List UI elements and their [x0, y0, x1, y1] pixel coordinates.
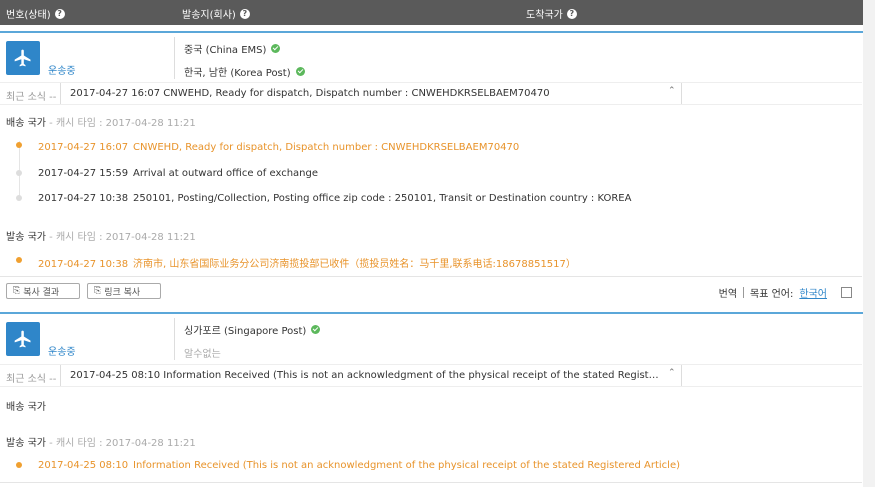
check-circle-icon — [295, 67, 305, 76]
header-col-number-label: 번호(상태) — [6, 10, 51, 21]
origin-carrier-name[interactable]: 중국 (China EMS) — [184, 41, 266, 56]
copy-result-button[interactable]: ⎘ 복사 결과 — [6, 283, 80, 299]
status-label: 운송중 — [48, 66, 76, 77]
airplane-icon — [6, 322, 40, 356]
dest-carrier-name[interactable]: 한국, 남한 (Korea Post) — [184, 64, 291, 79]
dest-section-label: 배송 국가 — [6, 118, 46, 129]
latest-label: 최근 소식 -- — [6, 374, 57, 385]
dest-section-label: 배송 국가 — [6, 402, 46, 413]
chevron-icon[interactable]: ⌃ — [668, 368, 676, 378]
separator — [743, 287, 745, 298]
origin-carrier: 중국 (China EMS) — [184, 41, 281, 56]
event-date: 2017-04-27 15:59 — [38, 168, 129, 179]
event-text: Information Received (This is not an ack… — [133, 460, 681, 471]
origin-carrier-name[interactable]: 싱가포르 (Singapore Post) — [184, 322, 306, 337]
status-label: 운송중 — [48, 347, 76, 358]
origin-cache-time: - 캐시 타임 : 2017-04-28 11:21 — [49, 438, 196, 449]
event-date: 2017-04-27 10:38 — [38, 193, 129, 204]
event-date: 2017-04-27 16:07 — [38, 142, 129, 153]
timeline-dot — [16, 170, 22, 176]
event-text: CNWEHD, Ready for dispatch, Dispatch num… — [133, 142, 520, 153]
divider — [174, 37, 175, 79]
origin-section-label: 발송 국가 — [6, 232, 46, 243]
divider — [174, 318, 175, 360]
header-col-number: 번호(상태) ? — [6, 6, 65, 21]
origin-carrier: 싱가포르 (Singapore Post) — [184, 322, 321, 337]
help-icon[interactable]: ? — [239, 8, 250, 19]
check-circle-icon — [311, 325, 321, 334]
origin-cache-time: - 캐시 타임 : 2017-04-28 11:21 — [49, 232, 196, 243]
dest-section-title: 배송 국가 - 캐시 타임 : 2017-04-28 11:21 — [6, 114, 196, 129]
timeline-event: 2017-04-27 10:38 250101, Posting/Collecti… — [38, 193, 631, 204]
help-icon[interactable]: ? — [566, 8, 577, 19]
copy-link-button[interactable]: ⎘ 링크 복사 — [87, 283, 161, 299]
divider — [0, 482, 862, 483]
copy-link-label: 링크 복사 — [104, 287, 141, 298]
event-text: Arrival at outward office of exchange — [133, 168, 318, 179]
origin-section-title: 발송 국가 - 캐시 타임 : 2017-04-28 11:21 — [6, 228, 196, 243]
copy-icon: ⎘ — [94, 286, 102, 296]
event-date: 2017-04-27 10:38 — [38, 259, 129, 270]
airplane-icon — [6, 41, 40, 75]
tracking-card: 운송중 싱가포르 (Singapore Post) 알수없는 최근 소식 -- … — [0, 312, 863, 489]
scrollbar[interactable] — [863, 0, 875, 487]
card-footer: ⎘ 복사 결과 ⎘ 링크 복사 번역 목표 언어: 한국어 — [0, 276, 862, 307]
header-col-origin: 발송지(회사) ? — [182, 6, 250, 21]
header-col-destination-label: 도착국가 — [526, 10, 563, 21]
timeline-event: 2017-04-27 16:07 CNWEHD, Ready for dispat… — [38, 142, 519, 153]
target-language-label: 목표 언어: — [750, 289, 794, 300]
table-header: 번호(상태) ? 발송지(회사) ? 도착국가 ? — [0, 0, 863, 25]
dest-cache-time: - 캐시 타임 : 2017-04-28 11:21 — [49, 118, 196, 129]
timeline-dot — [16, 462, 22, 468]
origin-section-label: 발송 국가 — [6, 438, 46, 449]
translate-checkbox[interactable] — [841, 287, 852, 298]
timeline-event: 2017-04-27 10:38 济南市, 山东省国际业务分公司济南揽投部已收件（… — [38, 255, 576, 270]
event-text: 济南市, 山东省国际业务分公司济南揽投部已收件（揽投员姓名：马千里,联系电话:1… — [133, 259, 576, 270]
translate-controls: 번역 목표 언어: 한국어 — [719, 285, 852, 300]
timeline-dot — [16, 257, 22, 263]
header-col-destination: 도착국가 ? — [526, 6, 577, 21]
latest-text: 2017-04-25 08:10 Information Received (T… — [70, 370, 660, 381]
event-date: 2017-04-25 08:10 — [38, 460, 129, 471]
dest-carrier: 한국, 남한 (Korea Post) — [184, 64, 305, 79]
latest-text: 2017-04-27 16:07 CNWEHD, Ready for dispa… — [70, 88, 550, 99]
chevron-icon[interactable]: ⌃ — [668, 86, 676, 96]
origin-section-title: 발송 국가 - 캐시 타임 : 2017-04-28 11:21 — [6, 434, 196, 449]
copy-result-label: 복사 결과 — [23, 287, 60, 298]
event-text: 250101, Posting/Collection, Posting offi… — [133, 193, 632, 204]
latest-news[interactable]: 최근 소식 -- 2017-04-25 08:10 Information Re… — [0, 364, 862, 387]
header-col-origin-label: 발송지(회사) — [182, 10, 236, 21]
help-icon[interactable]: ? — [54, 8, 65, 19]
latest-news[interactable]: 최근 소식 -- 2017-04-27 16:07 CNWEHD, Ready … — [0, 82, 862, 105]
timeline-dot — [16, 195, 22, 201]
target-language-link[interactable]: 한국어 — [799, 285, 827, 300]
latest-label: 최근 소식 -- — [6, 92, 57, 103]
dest-section-title: 배송 국가 — [6, 398, 46, 413]
copy-icon: ⎘ — [13, 286, 21, 296]
tracking-card: 운송중 중국 (China EMS) 한국, 남한 (Korea Post) 최… — [0, 31, 863, 310]
check-circle-icon — [271, 44, 281, 53]
timeline-dot — [16, 142, 22, 148]
translate-label[interactable]: 번역 — [719, 285, 737, 300]
dest-carrier-unknown: 알수없는 — [184, 349, 221, 360]
timeline-event: 2017-04-27 15:59 Arrival at outward offic… — [38, 168, 318, 179]
timeline-event: 2017-04-25 08:10 Information Received (Th… — [38, 460, 680, 471]
